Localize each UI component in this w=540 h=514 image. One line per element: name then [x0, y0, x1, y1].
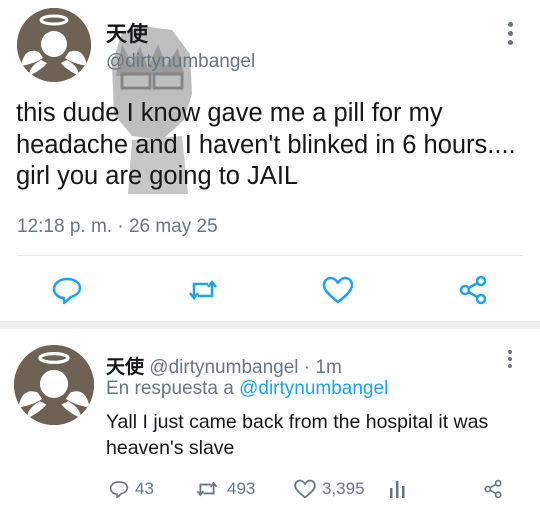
- share-icon: [459, 275, 487, 305]
- reply-like-button[interactable]: 3,395: [293, 477, 365, 501]
- reply-handle-time: @dirtynumbangel · 1m: [149, 357, 342, 378]
- heart-icon: [294, 479, 316, 499]
- reply-more-options-icon[interactable]: [503, 350, 517, 374]
- share-icon: [484, 479, 502, 499]
- reply-text: Yall I just came back from the hospital …: [106, 411, 489, 459]
- display-name[interactable]: 天使: [106, 18, 148, 48]
- replying-to: En respuesta a @dirtynumbangel: [106, 378, 388, 400]
- reply-header[interactable]: 天使 @dirtynumbangel · 1m: [106, 352, 342, 379]
- reply-display-name[interactable]: 天使: [106, 357, 144, 378]
- retweet-button[interactable]: [186, 275, 220, 305]
- reply-share-button[interactable]: [482, 477, 509, 501]
- like-button[interactable]: [321, 275, 355, 305]
- reply-count: 43: [135, 479, 154, 498]
- tweet-timestamp[interactable]: 12:18 p. m. · 26 may 25: [17, 216, 218, 238]
- analytics-icon: [390, 481, 405, 498]
- reply-analytics-button[interactable]: [387, 477, 414, 501]
- handle[interactable]: @dirtynumbangel: [106, 51, 255, 73]
- section-divider: [0, 321, 540, 329]
- reply-prefix: En respuesta a: [106, 378, 234, 399]
- heart-icon: [322, 276, 354, 304]
- more-options-icon[interactable]: [500, 22, 520, 48]
- divider: [17, 255, 523, 256]
- reply-retweet-button[interactable]: 493: [192, 477, 255, 501]
- share-button[interactable]: [456, 275, 490, 305]
- avatar[interactable]: [17, 8, 91, 82]
- reply-mention-link[interactable]: @dirtynumbangel: [239, 378, 388, 399]
- angel-avatar-icon: [17, 8, 91, 82]
- like-count: 3,395: [322, 479, 365, 498]
- retweet-icon: [189, 279, 217, 301]
- retweet-icon: [196, 481, 218, 497]
- reply-avatar[interactable]: [14, 345, 94, 425]
- reply-icon: [52, 277, 82, 305]
- angel-avatar-icon: [14, 345, 94, 425]
- tweet-text: this dude I know gave me a pill for my h…: [16, 99, 516, 190]
- retweet-count: 493: [227, 479, 256, 498]
- reply-reply-button[interactable]: 43: [108, 477, 154, 501]
- reply-button[interactable]: [50, 275, 84, 305]
- reply-icon: [109, 481, 129, 499]
- main-tweet: 天使 @dirtynumbangel this dude I know gave…: [0, 0, 540, 322]
